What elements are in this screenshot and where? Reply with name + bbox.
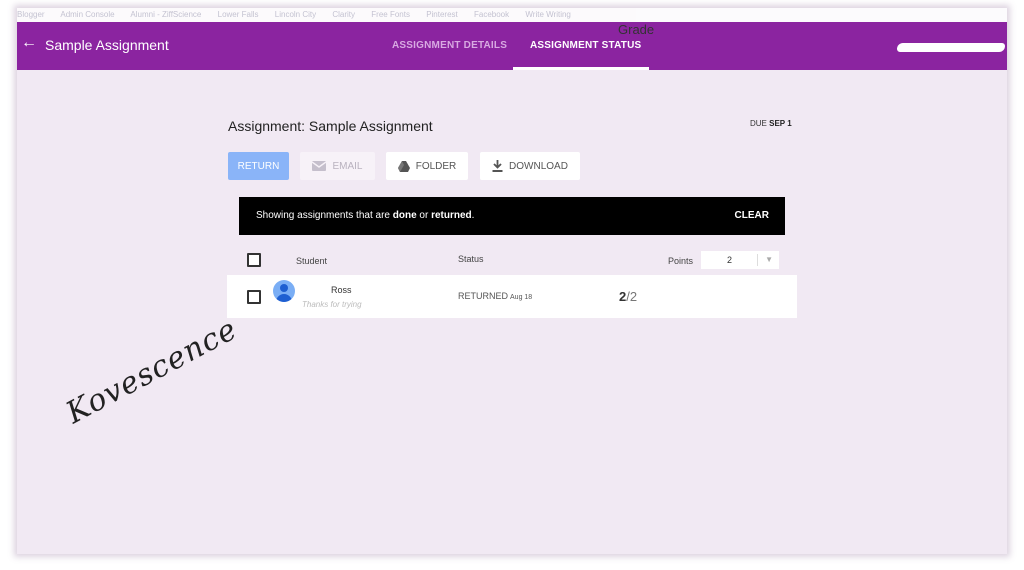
due-date: DUE SEP 1: [750, 119, 792, 128]
screenshot-frame: Blogger Admin Console Alumni - ZiffScien…: [17, 8, 1007, 554]
redacted-user-name: [897, 43, 1005, 52]
avatar: [273, 280, 295, 302]
drive-icon: [397, 160, 410, 172]
due-prefix: DUE: [750, 119, 767, 128]
email-button-label: EMAIL: [332, 160, 363, 172]
student-note: Thanks for trying: [302, 300, 362, 309]
filter-returned: returned: [431, 210, 472, 221]
row-checkbox[interactable]: [247, 290, 261, 304]
chevron-down-icon: ▼: [765, 255, 773, 264]
folder-button-label: FOLDER: [415, 160, 457, 172]
download-icon: [492, 160, 503, 172]
column-header-grade[interactable]: Grade: [618, 22, 654, 37]
bookmark-item[interactable]: Blogger: [17, 10, 45, 19]
bookmark-item[interactable]: Clarity: [332, 10, 355, 19]
folder-button[interactable]: FOLDER: [386, 152, 468, 180]
watermark-signature: Kovescence: [60, 311, 244, 431]
active-tab-indicator: [513, 67, 649, 70]
bookmark-item[interactable]: Free Fonts: [371, 10, 410, 19]
column-header-student[interactable]: Student: [296, 256, 327, 266]
bookmark-item[interactable]: Lincoln City: [275, 10, 316, 19]
envelope-icon: [312, 161, 327, 171]
bookmark-item[interactable]: Lower Falls: [218, 10, 259, 19]
filter-or: or: [416, 210, 432, 221]
row-status: RETURNED Aug 18: [458, 291, 532, 301]
column-header-status[interactable]: Status: [458, 254, 484, 264]
column-header-points: Points: [668, 256, 694, 266]
avatar-body: [276, 294, 292, 302]
select-divider: [757, 254, 758, 266]
assignment-heading: Assignment: Sample Assignment: [228, 118, 433, 134]
bookmark-item[interactable]: Facebook: [474, 10, 509, 19]
bookmark-item[interactable]: Admin Console: [60, 10, 114, 19]
points-select[interactable]: 2 ▼: [701, 251, 779, 269]
student-name: Ross: [331, 285, 352, 295]
avatar-head: [280, 284, 288, 292]
table-row[interactable]: Ross Thanks for trying RETURNED Aug 18 2/…: [227, 275, 797, 318]
arrow-left-icon[interactable]: ←: [21, 34, 37, 52]
page-title: Sample Assignment: [45, 37, 169, 53]
status-text: RETURNED: [458, 291, 509, 301]
points-value: 2: [727, 255, 733, 265]
return-button[interactable]: RETURN: [228, 152, 289, 180]
app-header: ← Sample Assignment ASSIGNMENT DETAILS A…: [17, 22, 1007, 70]
filter-done: done: [392, 210, 417, 221]
tab-assignment-status[interactable]: ASSIGNMENT STATUS: [530, 40, 641, 51]
filter-message-prefix: Showing assignments that are: [256, 210, 393, 221]
bookmark-item[interactable]: Write Writing: [525, 10, 571, 19]
filter-suffix: .: [471, 210, 475, 221]
clear-filter-button[interactable]: CLEAR: [735, 210, 769, 221]
bookmark-item[interactable]: Pinterest: [426, 10, 458, 19]
filter-message: Showing assignments that are done or ret…: [256, 210, 474, 221]
grade-value[interactable]: 2/2: [619, 289, 637, 304]
email-button[interactable]: EMAIL: [300, 152, 375, 180]
download-button[interactable]: DOWNLOAD: [480, 152, 580, 180]
filter-banner: Showing assignments that are done or ret…: [239, 197, 785, 235]
bookmarks-bar: Blogger Admin Console Alumni - ZiffScien…: [17, 8, 1007, 22]
tab-assignment-details[interactable]: ASSIGNMENT DETAILS: [392, 40, 507, 51]
return-button-label: RETURN: [237, 160, 280, 172]
bookmark-item[interactable]: Alumni - ZiffScience: [130, 10, 201, 19]
download-button-label: DOWNLOAD: [509, 160, 568, 172]
select-all-checkbox[interactable]: [247, 253, 261, 267]
grade-total: /2: [626, 289, 638, 304]
status-date: Aug 18: [510, 294, 533, 301]
due-date-value: SEP 1: [769, 119, 792, 128]
